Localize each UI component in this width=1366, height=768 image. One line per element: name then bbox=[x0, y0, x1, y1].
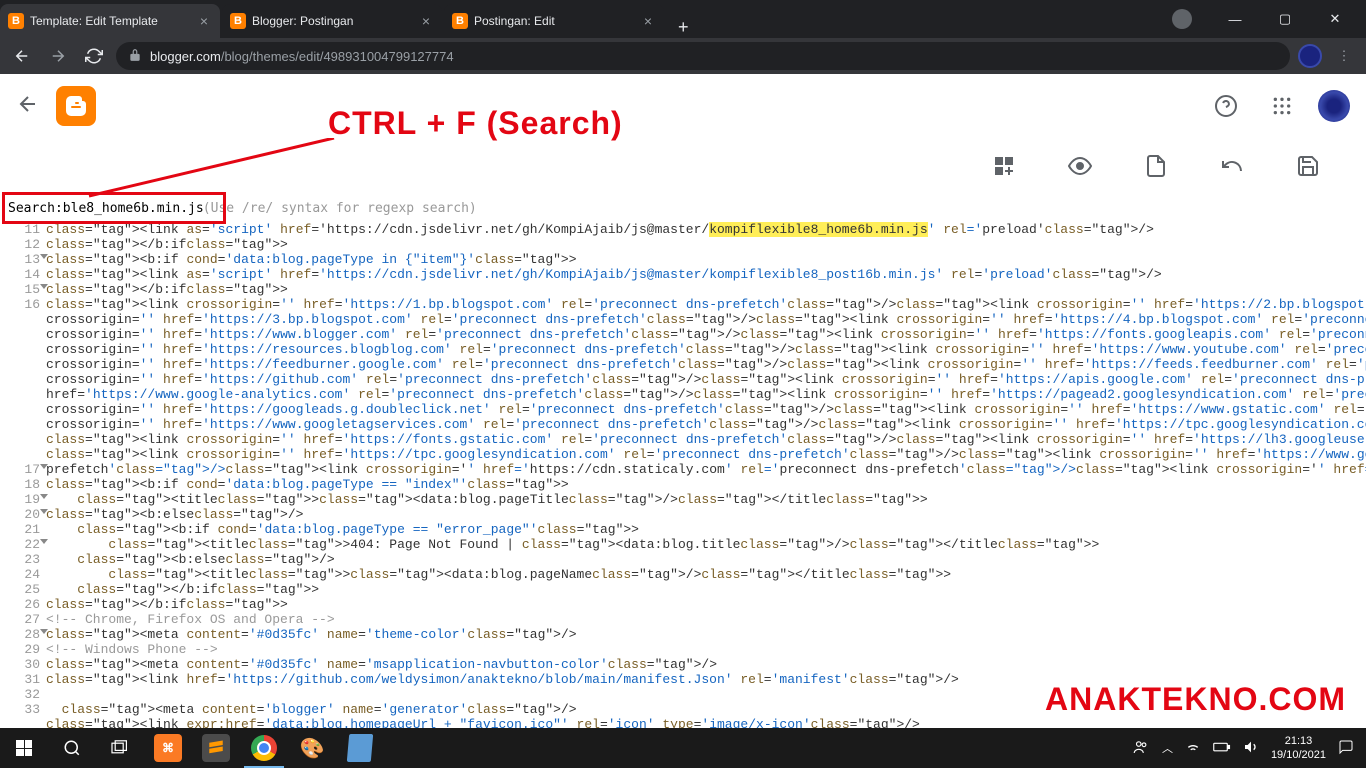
maximize-button[interactable]: ▢ bbox=[1262, 0, 1308, 38]
tab-close-icon[interactable]: × bbox=[196, 13, 212, 29]
search-button[interactable] bbox=[48, 728, 96, 768]
code-editor[interactable]: Search: (Use /re/ syntax for regexp sear… bbox=[0, 194, 1366, 742]
help-button[interactable] bbox=[1206, 86, 1246, 126]
lock-icon bbox=[128, 48, 142, 65]
format-button[interactable] bbox=[1138, 148, 1174, 184]
notes-taskbar-icon[interactable] bbox=[336, 728, 384, 768]
tabs-area: B Template: Edit Template × B Blogger: P… bbox=[0, 0, 1172, 38]
extension-icon[interactable] bbox=[1298, 44, 1322, 68]
window-controls: ― ▢ ✕ bbox=[1212, 0, 1366, 38]
browser-titlebar: B Template: Edit Template × B Blogger: P… bbox=[0, 0, 1366, 38]
system-tray: ︿ 21:13 19/10/2021 bbox=[1132, 734, 1366, 762]
reload-button[interactable] bbox=[80, 42, 108, 70]
watermark: ANAKTEKNO.COM bbox=[1045, 681, 1346, 718]
minimize-button[interactable]: ― bbox=[1212, 0, 1258, 38]
browser-urlbar: blogger.com/blog/themes/edit/49893100479… bbox=[0, 38, 1366, 74]
tray-overflow-icon[interactable]: ︿ bbox=[1162, 740, 1173, 756]
annotation-label: CTRL + F (Search) bbox=[328, 105, 623, 142]
battery-icon[interactable] bbox=[1213, 741, 1231, 756]
start-button[interactable] bbox=[0, 728, 48, 768]
forward-button[interactable] bbox=[44, 42, 72, 70]
chrome-profile-icon[interactable] bbox=[1172, 9, 1192, 29]
people-icon[interactable] bbox=[1132, 738, 1150, 759]
chrome-taskbar-icon[interactable] bbox=[240, 728, 288, 768]
close-window-button[interactable]: ✕ bbox=[1312, 0, 1358, 38]
blogger-back-button[interactable] bbox=[16, 92, 40, 119]
search-hint: (Use /re/ syntax for regexp search) bbox=[203, 201, 477, 216]
editor-toolbar bbox=[0, 138, 1366, 194]
address-bar[interactable]: blogger.com/blog/themes/edit/49893100479… bbox=[116, 42, 1290, 70]
windows-taskbar: ⌘ 🎨 ︿ 21:13 19/10/2021 bbox=[0, 728, 1366, 768]
paint-taskbar-icon[interactable]: 🎨 bbox=[288, 728, 336, 768]
save-button[interactable] bbox=[1290, 148, 1326, 184]
browser-tab-2[interactable]: B Blogger: Postingan × bbox=[222, 4, 442, 38]
preview-button[interactable] bbox=[1062, 148, 1098, 184]
xampp-taskbar-icon[interactable]: ⌘ bbox=[144, 728, 192, 768]
back-button[interactable] bbox=[8, 42, 36, 70]
browser-tab-1[interactable]: B Template: Edit Template × bbox=[0, 4, 220, 38]
chrome-menu-button[interactable]: ⋮ bbox=[1330, 42, 1358, 70]
blogger-favicon-icon: B bbox=[452, 13, 468, 29]
tab-title: Postingan: Edit bbox=[474, 14, 634, 28]
blogger-favicon-icon: B bbox=[8, 13, 24, 29]
sublime-taskbar-icon[interactable] bbox=[192, 728, 240, 768]
task-view-button[interactable] bbox=[96, 728, 144, 768]
line-gutter: 1112131415161718192021222324252627282930… bbox=[0, 222, 46, 732]
code-content[interactable]: class="tag"><link as='script' href='http… bbox=[46, 222, 1366, 732]
blogger-header bbox=[0, 74, 1366, 138]
clock[interactable]: 21:13 19/10/2021 bbox=[1271, 734, 1326, 762]
blogger-favicon-icon: B bbox=[230, 13, 246, 29]
undo-button[interactable] bbox=[1214, 148, 1250, 184]
url-text: blogger.com/blog/themes/edit/49893100479… bbox=[150, 49, 454, 64]
apps-grid-button[interactable] bbox=[1262, 86, 1302, 126]
tab-title: Template: Edit Template bbox=[30, 14, 190, 28]
wifi-icon[interactable] bbox=[1185, 739, 1201, 758]
browser-tab-3[interactable]: B Postingan: Edit × bbox=[444, 4, 664, 38]
blogger-logo-icon[interactable] bbox=[56, 86, 96, 126]
widgets-button[interactable] bbox=[986, 148, 1022, 184]
volume-icon[interactable] bbox=[1243, 739, 1259, 758]
tab-title: Blogger: Postingan bbox=[252, 14, 412, 28]
tab-close-icon[interactable]: × bbox=[640, 13, 656, 29]
user-avatar[interactable] bbox=[1318, 90, 1350, 122]
annotation-box bbox=[2, 192, 226, 224]
code-area[interactable]: 1112131415161718192021222324252627282930… bbox=[0, 194, 1366, 742]
new-tab-button[interactable]: + bbox=[666, 17, 701, 38]
tab-close-icon[interactable]: × bbox=[418, 13, 434, 29]
notifications-icon[interactable] bbox=[1338, 739, 1354, 758]
